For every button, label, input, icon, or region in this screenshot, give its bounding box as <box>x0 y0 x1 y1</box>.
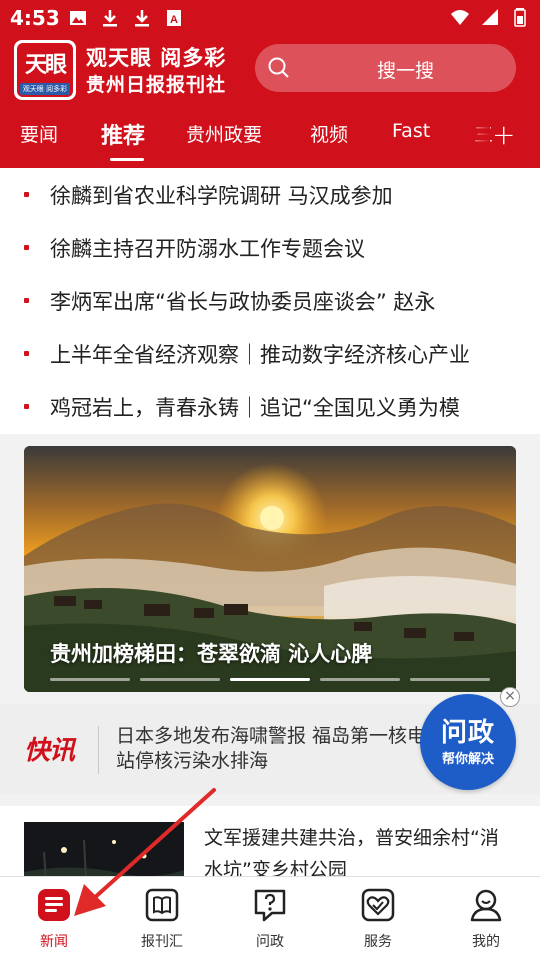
wifi-icon <box>451 10 469 25</box>
carousel-dot <box>140 678 220 681</box>
status-bar: 4:53 A <box>0 0 540 36</box>
headline-text: 李炳军出席“省长与政协委员座谈会” 赵永 <box>50 290 436 314</box>
search-icon <box>268 57 289 78</box>
bullet-icon <box>24 298 29 303</box>
wenzheng-floating-button[interactable]: 问政 帮你解决 <box>420 694 516 790</box>
carousel-banner[interactable]: 贵州加榜梯田：苍翠欲滴 沁人心脾 <box>24 446 516 692</box>
headline-text: 鸡冠岩上，青春永铸｜追记“全国见义勇为模 <box>50 396 460 420</box>
active-tab-indicator <box>110 158 144 161</box>
flash-news-text: 日本多地发布海啸警报 福岛第一核电站停核污染水排海 <box>116 725 427 772</box>
list-item[interactable]: 鸡冠岩上，青春永铸｜追记“全国见义勇为模 <box>0 380 540 433</box>
image-icon <box>70 11 86 25</box>
nav-item-fuwu[interactable]: 服务 <box>324 877 432 960</box>
battery-icon <box>514 8 526 27</box>
service-heart-icon <box>361 888 395 922</box>
tab-yaowen[interactable]: 要闻 <box>20 120 58 147</box>
list-item[interactable]: 上半年全省经济观察｜推动数字经济核心产业 <box>0 327 540 380</box>
text-icon: A <box>167 10 181 26</box>
header-publisher: 贵州日报报刊社 <box>86 74 227 96</box>
profile-icon <box>470 889 502 922</box>
carousel-indicators <box>50 678 490 681</box>
nav-label: 我的 <box>472 934 500 950</box>
article-title: 文军援建共建共治，普安细余村“消水坑”变乡村公园 <box>204 827 499 876</box>
header-slogan: 观天眼 阅多彩 <box>86 46 227 70</box>
list-item[interactable]: 李炳军出席“省长与政协委员座谈会” 赵永 <box>0 274 540 327</box>
logo-text: 天眼 <box>24 52 67 78</box>
question-icon <box>254 889 286 922</box>
status-system-icons <box>450 7 530 27</box>
search-placeholder: 搜一搜 <box>376 60 434 82</box>
nav-item-news[interactable]: 新闻 <box>0 877 108 960</box>
book-icon <box>145 888 179 922</box>
app-logo: 天眼 观天眼 阅多彩 <box>14 40 76 100</box>
download-icon <box>135 10 149 27</box>
signal-icon <box>482 9 498 25</box>
headline-text: 徐麟主持召开防溺水工作专题会议 <box>50 237 365 261</box>
headline-list: 徐麟到省农业科学院调研 马汉成参加 徐麟主持召开防溺水工作专题会议 李炳军出席“… <box>0 168 540 434</box>
app-screen: 4:53 A 天眼 观天眼 阅多彩 观天眼 阅多彩 贵州日报报刊社 搜一搜 要闻… <box>0 0 540 960</box>
channel-tabs: 要闻 推荐 贵州政要 视频 Fast 三 + <box>0 112 540 168</box>
tab-tuijian[interactable]: 推荐 <box>101 118 145 150</box>
bottom-navigation: 新闻 报刊汇 问政 服务 我的 <box>0 876 540 960</box>
headline-text: 徐麟到省农业科学院调研 马汉成参加 <box>50 184 393 208</box>
bullet-icon <box>24 192 29 197</box>
article-thumbnail <box>24 822 184 876</box>
list-item[interactable]: 徐麟主持召开防溺水工作专题会议 <box>0 221 540 274</box>
carousel-dot-active <box>230 678 310 681</box>
status-time: 4:53 <box>10 6 60 30</box>
nav-item-wenzheng[interactable]: 问政 <box>216 877 324 960</box>
nav-item-mine[interactable]: 我的 <box>432 877 540 960</box>
bullet-icon <box>24 245 29 250</box>
app-header: 4:53 A 天眼 观天眼 阅多彩 观天眼 阅多彩 贵州日报报刊社 搜一搜 要闻… <box>0 0 540 168</box>
nav-label: 问政 <box>256 934 284 950</box>
banner-caption: 贵州加榜梯田：苍翠欲滴 沁人心脾 <box>50 642 373 666</box>
news-icon <box>38 889 70 921</box>
wenzheng-title: 问政 <box>440 718 495 748</box>
carousel-dot <box>50 678 130 681</box>
nav-label: 新闻 <box>40 934 68 950</box>
carousel-dot <box>410 678 490 681</box>
download-icon <box>103 10 117 27</box>
status-notification-icons: A <box>68 8 184 28</box>
tab-guizhou-zhengyao[interactable]: 贵州政要 <box>186 120 262 147</box>
list-item[interactable]: 徐麟到省农业科学院调研 马汉成参加 <box>0 168 540 221</box>
nav-label: 报刊汇 <box>141 934 183 950</box>
logo-subtext: 观天眼 阅多彩 <box>20 83 70 95</box>
tab-fast[interactable]: Fast <box>392 120 430 142</box>
bullet-icon <box>24 404 29 409</box>
article-card[interactable]: 文军援建共建共治，普安细余村“消水坑”变乡村公园 <box>0 806 540 876</box>
svg-text:A: A <box>170 14 178 26</box>
divider <box>98 726 99 774</box>
nav-item-baokanhui[interactable]: 报刊汇 <box>108 877 216 960</box>
bullet-icon <box>24 351 29 356</box>
add-channel-icon[interactable]: + <box>492 118 515 151</box>
carousel-dot <box>320 678 400 681</box>
headline-text: 上半年全省经济观察｜推动数字经济核心产业 <box>50 343 470 367</box>
wenzheng-subtitle: 帮你解决 <box>441 752 494 767</box>
close-icon[interactable]: × <box>500 687 520 707</box>
nav-label: 服务 <box>364 934 392 950</box>
search-bar[interactable]: 搜一搜 <box>255 44 516 92</box>
tab-shipin[interactable]: 视频 <box>310 120 348 147</box>
flash-news-logo: 快讯 <box>24 736 75 766</box>
